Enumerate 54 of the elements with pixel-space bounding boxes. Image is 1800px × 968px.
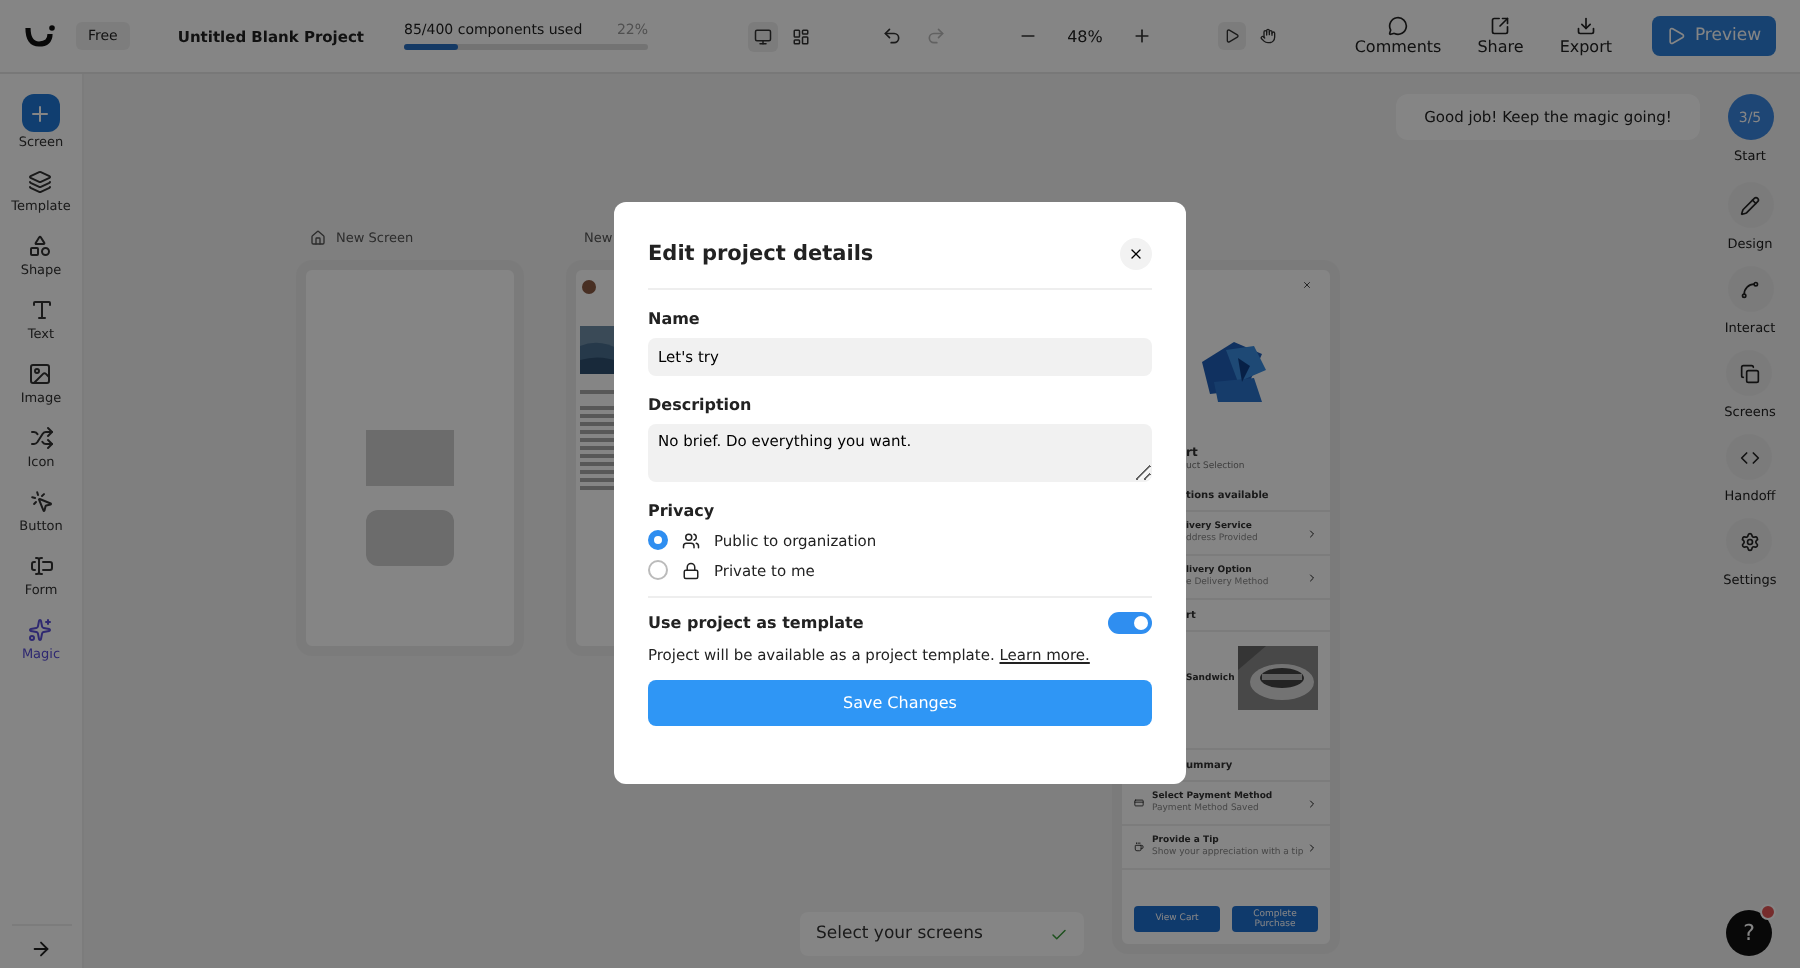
code-icon: [1739, 447, 1760, 467]
radio-button[interactable]: [648, 560, 668, 580]
zoom-level: 48%: [1067, 27, 1103, 45]
check-icon: [1050, 925, 1068, 943]
play-icon[interactable]: [1218, 22, 1247, 50]
settings-icon: [1739, 531, 1760, 551]
lock-icon: [682, 561, 700, 579]
screen-select-label: Select your screens: [816, 924, 983, 944]
cup-icon: [1134, 842, 1144, 852]
icons-icon: [29, 426, 53, 450]
chevron-icon: [1306, 527, 1318, 539]
sparkles-icon: [28, 618, 53, 642]
card-icon: [1134, 798, 1144, 808]
toolbar-action[interactable]: Export: [1551, 16, 1620, 56]
users-icon: [682, 531, 700, 549]
rounded-rectangle-shape: [366, 510, 454, 566]
notification-dot: [1760, 904, 1776, 920]
home-icon: [310, 230, 326, 246]
pencil-icon: [1740, 195, 1760, 215]
chevron-icon: [1306, 571, 1318, 583]
plus-icon: [28, 101, 53, 125]
logo-icon: [24, 24, 56, 48]
toolbar-action[interactable]: Share: [1469, 16, 1532, 56]
help-button[interactable]: ?: [1726, 910, 1772, 956]
field-label: Name: [648, 310, 702, 328]
chevron-icon: [1306, 797, 1318, 809]
pointer-icon: [29, 490, 53, 514]
close-button[interactable]: [1120, 238, 1152, 270]
rectangle-shape: [366, 430, 454, 486]
radio-button[interactable]: [648, 530, 668, 550]
toggle-switch[interactable]: [1108, 612, 1152, 634]
save-button[interactable]: Save Changes: [648, 680, 1152, 726]
text-cursor-icon: [29, 554, 53, 578]
text-icon: [29, 298, 53, 322]
copy-icon: [1739, 363, 1760, 383]
download-icon: [1575, 16, 1596, 36]
field-label: Description: [648, 396, 754, 414]
field-label: Privacy: [648, 502, 717, 520]
layers-icon: [28, 170, 53, 194]
shapes-icon: [28, 234, 53, 258]
avatar: [582, 280, 596, 294]
chat-bubble-icon: [1388, 16, 1409, 36]
chevron-icon: [1306, 841, 1318, 853]
image-icon: [28, 362, 53, 386]
play-icon: [1666, 26, 1687, 46]
expand-icon[interactable]: [30, 938, 52, 960]
close-icon: [1128, 246, 1144, 262]
preview-button[interactable]: Preview: [1652, 16, 1776, 56]
share-icon: [1490, 16, 1511, 36]
toolbar-action[interactable]: Comments: [1346, 16, 1450, 56]
toggle-label: Use project as template: [648, 614, 864, 632]
dialog-title: Edit project details: [648, 242, 874, 266]
connection-icon: [1740, 279, 1760, 299]
desktop-icon[interactable]: [747, 21, 778, 51]
